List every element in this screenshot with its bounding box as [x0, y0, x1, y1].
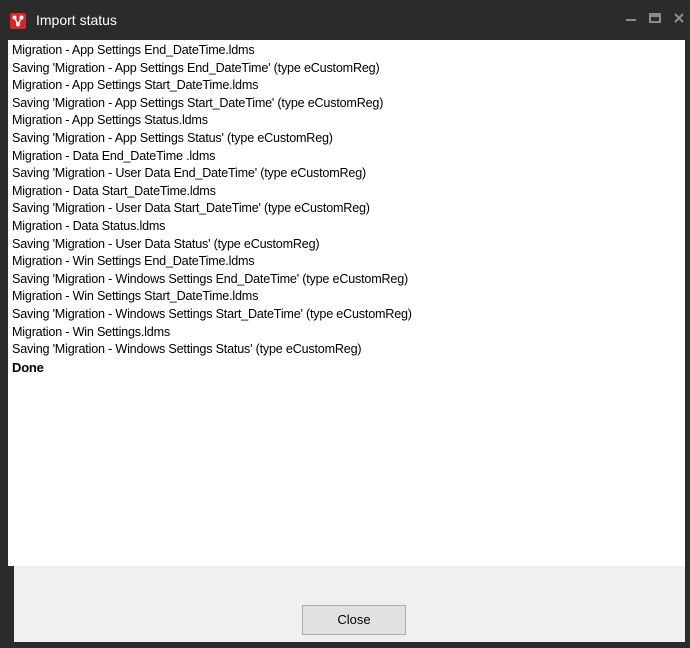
app-logo-icon: [10, 13, 26, 29]
log-line: Migration - App Settings End_DateTime.ld…: [12, 43, 255, 57]
log-done-line: Done: [12, 359, 44, 375]
log-line: Migration - Data Start_DateTime.ldms: [12, 183, 216, 198]
log-line: Saving 'Migration - App Settings Start_D…: [12, 95, 384, 110]
close-icon[interactable]: [670, 9, 688, 27]
log-line: Saving 'Migration - Windows Settings Sta…: [12, 342, 362, 357]
log-line: Migration - Data End_DateTime .ldms: [12, 148, 216, 163]
log-line: Saving 'Migration - User Data Status' (t…: [12, 236, 320, 251]
import-log[interactable]: Migration - App Settings End_DateTime.ld…: [8, 40, 685, 566]
import-status-window: Import status Migration - App Settings E…: [0, 0, 690, 648]
minimize-icon[interactable]: [622, 9, 640, 27]
log-line: Saving 'Migration - User Data End_DateTi…: [12, 166, 367, 181]
log-line: Migration - App Settings Start_DateTime.…: [12, 78, 259, 93]
log-line: Migration - App Settings Status.ldms: [12, 113, 208, 128]
log-line: Saving 'Migration - User Data Start_Date…: [12, 201, 370, 216]
log-line: Migration - Win Settings End_DateTime.ld…: [12, 254, 255, 269]
log-line: Saving 'Migration - Windows Settings Sta…: [12, 306, 412, 321]
log-line: Saving 'Migration - App Settings Status'…: [12, 130, 333, 145]
log-line: Migration - Win Settings Start_DateTime.…: [12, 289, 259, 304]
log-line: Migration - Win Settings.ldms: [12, 324, 170, 339]
maximize-icon[interactable]: [646, 9, 664, 27]
log-line: Saving 'Migration - Windows Settings End…: [12, 271, 409, 286]
close-button[interactable]: Close: [302, 605, 406, 635]
window-title: Import status: [36, 12, 117, 28]
title-bar[interactable]: Import status: [0, 0, 690, 38]
log-line: Migration - Data Status.ldms: [12, 218, 166, 233]
log-line: Saving 'Migration - App Settings End_Dat…: [12, 60, 380, 75]
